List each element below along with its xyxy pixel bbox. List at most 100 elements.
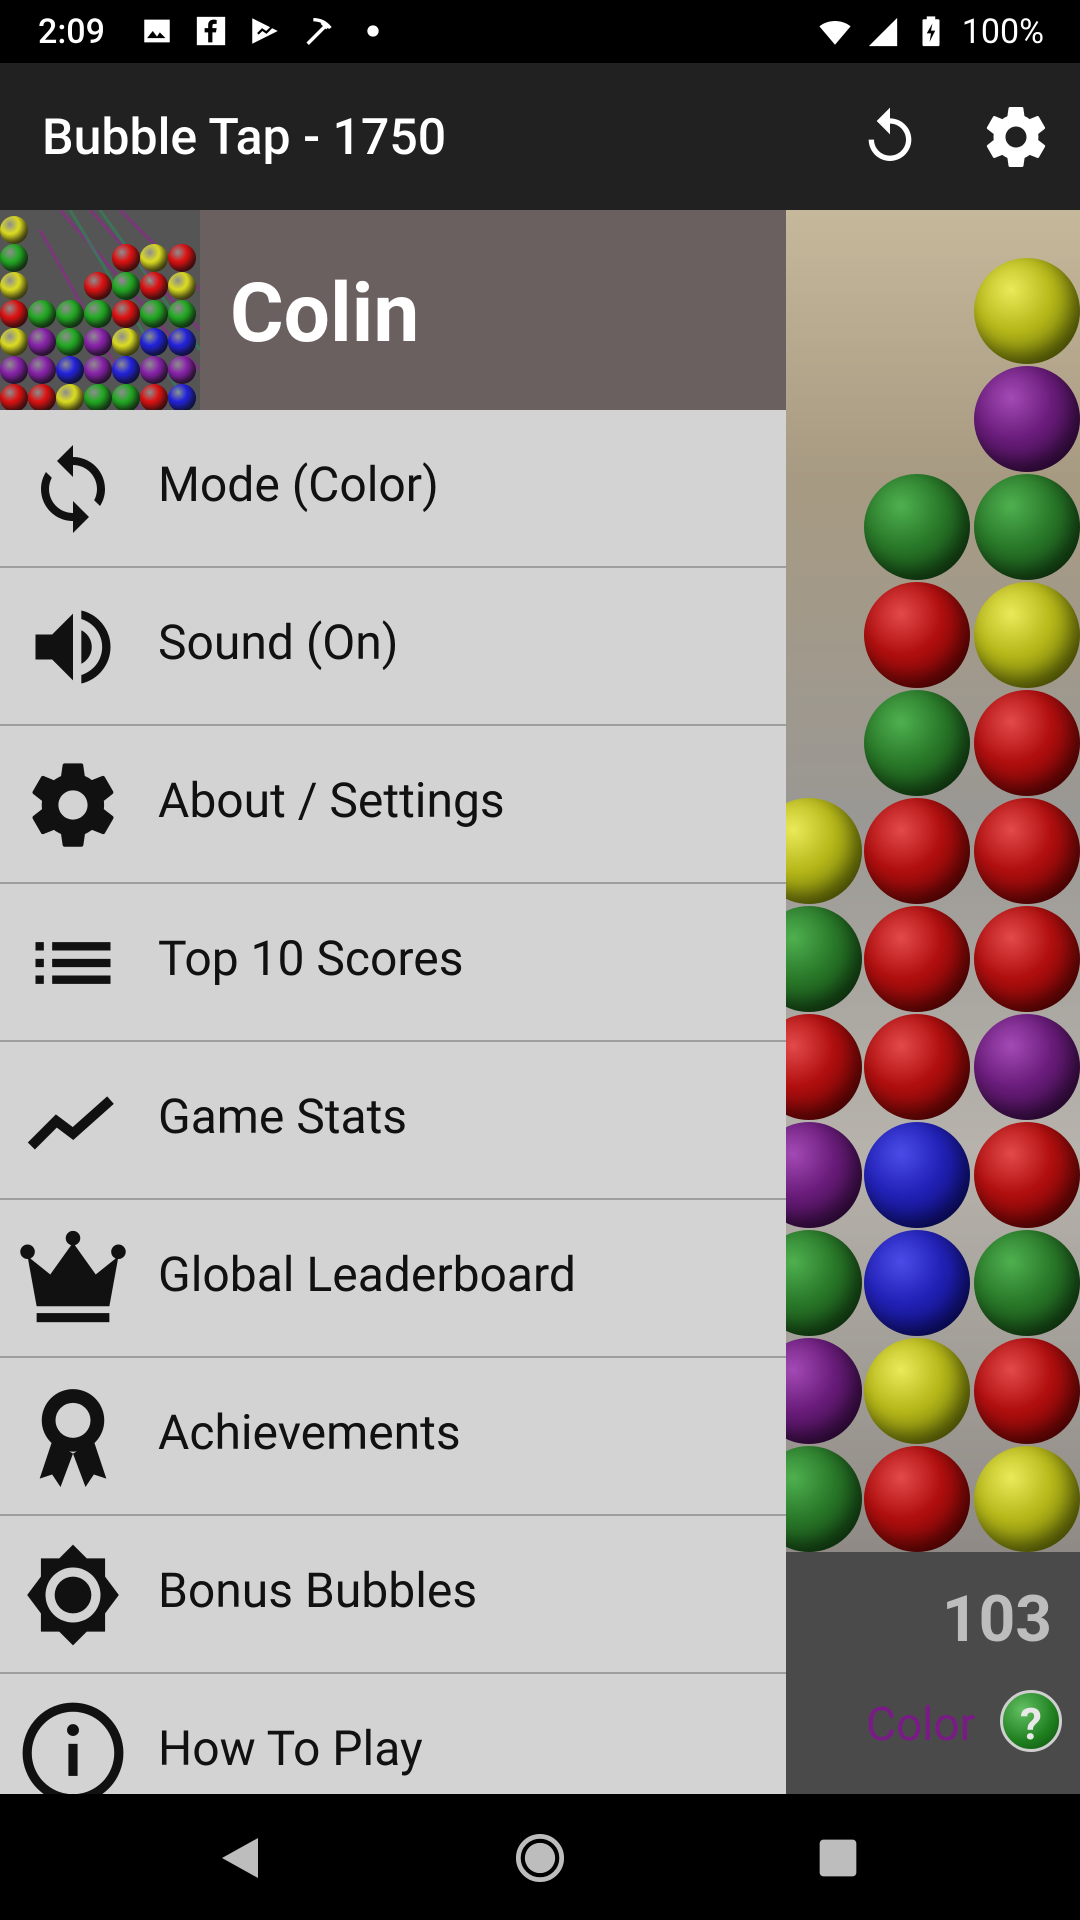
bubble[interactable]	[864, 798, 970, 904]
menu-item-leaderboard[interactable]: Global Leaderboard	[0, 1200, 786, 1358]
award-icon	[18, 1382, 128, 1492]
avatar-bubble	[112, 384, 140, 410]
bubble[interactable]	[974, 1230, 1080, 1336]
menu-item-mode[interactable]: Mode (Color)	[0, 410, 786, 568]
recents-icon	[819, 1839, 857, 1877]
sync-icon	[18, 434, 128, 544]
settings-button[interactable]	[978, 99, 1054, 175]
bubble[interactable]	[864, 1446, 970, 1552]
bubble[interactable]	[974, 366, 1080, 472]
avatar-bubble	[56, 356, 84, 384]
system-icons: 100%	[818, 12, 1044, 52]
avatar-bubble	[84, 272, 112, 300]
avatar-bubble	[0, 216, 28, 244]
avatar-bubble	[0, 272, 28, 300]
back-button[interactable]	[210, 1828, 270, 1888]
home-button[interactable]	[510, 1828, 570, 1888]
avatar-bubble	[28, 384, 56, 410]
avatar-bubble	[168, 244, 196, 272]
bubble[interactable]	[864, 582, 970, 688]
bubble[interactable]	[974, 258, 1080, 364]
bubble[interactable]	[974, 1338, 1080, 1444]
system-nav-bar	[0, 1794, 1080, 1920]
avatar-bubble	[112, 244, 140, 272]
image-icon	[144, 19, 170, 43]
menu-item-game-stats[interactable]: Game Stats	[0, 1042, 786, 1200]
bubble[interactable]	[864, 1338, 970, 1444]
avatar-bubble	[168, 300, 196, 328]
menu-item-label: Game Stats	[158, 1088, 408, 1145]
avatar-bubble	[84, 300, 112, 328]
restart-icon	[868, 107, 912, 161]
crown-icon	[18, 1224, 128, 1334]
avatar-bubble	[0, 356, 28, 384]
avatar-bubble	[28, 328, 56, 356]
list-icon	[18, 908, 128, 1018]
pickaxe-icon	[306, 17, 332, 45]
menu-item-label: How To Play	[158, 1720, 423, 1777]
menu-item-label: About / Settings	[158, 772, 505, 829]
menu-item-achievements[interactable]: Achievements	[0, 1358, 786, 1516]
menu-item-top-scores[interactable]: Top 10 Scores	[0, 884, 786, 1042]
menu-item-sound[interactable]: Sound (On)	[0, 568, 786, 726]
back-icon	[222, 1838, 258, 1878]
avatar-bubble	[112, 300, 140, 328]
trend-icon	[18, 1066, 128, 1176]
bubble[interactable]	[974, 1014, 1080, 1120]
avatar-bubble	[56, 384, 84, 410]
avatar-bubble	[168, 384, 196, 410]
menu-item-bonus-bubbles[interactable]: Bonus Bubbles	[0, 1516, 786, 1674]
avatar-bubble	[112, 272, 140, 300]
score-value: 103	[941, 1582, 1052, 1657]
gear-icon	[18, 750, 128, 860]
avatar-bubble	[168, 356, 196, 384]
bubble[interactable]	[864, 1014, 970, 1120]
info-icon	[18, 1698, 128, 1794]
bubble[interactable]	[974, 690, 1080, 796]
bonus-icon	[18, 1540, 128, 1650]
bubble[interactable]	[974, 906, 1080, 1012]
dot-icon	[367, 25, 379, 37]
avatar-bubble	[168, 272, 196, 300]
avatar-bubble	[28, 356, 56, 384]
avatar-bubble	[56, 328, 84, 356]
signal-icon	[868, 17, 897, 47]
volume-icon	[18, 592, 128, 702]
help-button[interactable]: ?	[1000, 1690, 1062, 1752]
menu-item-label: Global Leaderboard	[158, 1246, 576, 1303]
menu-item-label: Bonus Bubbles	[158, 1562, 478, 1619]
avatar-bubble	[28, 300, 56, 328]
mode-label: Color	[866, 1698, 976, 1752]
status-time: 2:09	[38, 12, 105, 52]
bubble[interactable]	[974, 1122, 1080, 1228]
settings-icon	[986, 107, 1046, 168]
bubble[interactable]	[864, 474, 970, 580]
app-title: Bubble Tap - 1750	[42, 109, 447, 167]
wifi-icon	[819, 21, 851, 45]
bubble[interactable]	[864, 1230, 970, 1336]
bubble[interactable]	[974, 798, 1080, 904]
battery-percent: 100%	[961, 12, 1044, 52]
bubble[interactable]	[864, 690, 970, 796]
avatar-bubble	[84, 328, 112, 356]
menu-item-how-to-play[interactable]: How To Play	[0, 1674, 786, 1794]
avatar-bubble	[84, 384, 112, 410]
bubble[interactable]	[864, 906, 970, 1012]
recents-button[interactable]	[808, 1828, 868, 1888]
restart-button[interactable]	[852, 99, 928, 175]
menu-item-about-settings[interactable]: About / Settings	[0, 726, 786, 884]
bubble[interactable]	[974, 1446, 1080, 1552]
avatar-bubble	[140, 244, 168, 272]
drawer-header: Colin	[0, 210, 786, 410]
avatar-bubble	[112, 356, 140, 384]
menu-item-label: Mode (Color)	[158, 456, 439, 513]
menu-item-label: Top 10 Scores	[158, 930, 464, 987]
avatar-bubble	[140, 384, 168, 410]
avatar-bubble	[56, 300, 84, 328]
bubble[interactable]	[864, 1122, 970, 1228]
avatar-bubble	[140, 272, 168, 300]
avatar-bubble	[112, 328, 140, 356]
avatar-bubble	[0, 244, 28, 272]
bubble[interactable]	[974, 474, 1080, 580]
bubble[interactable]	[974, 582, 1080, 688]
